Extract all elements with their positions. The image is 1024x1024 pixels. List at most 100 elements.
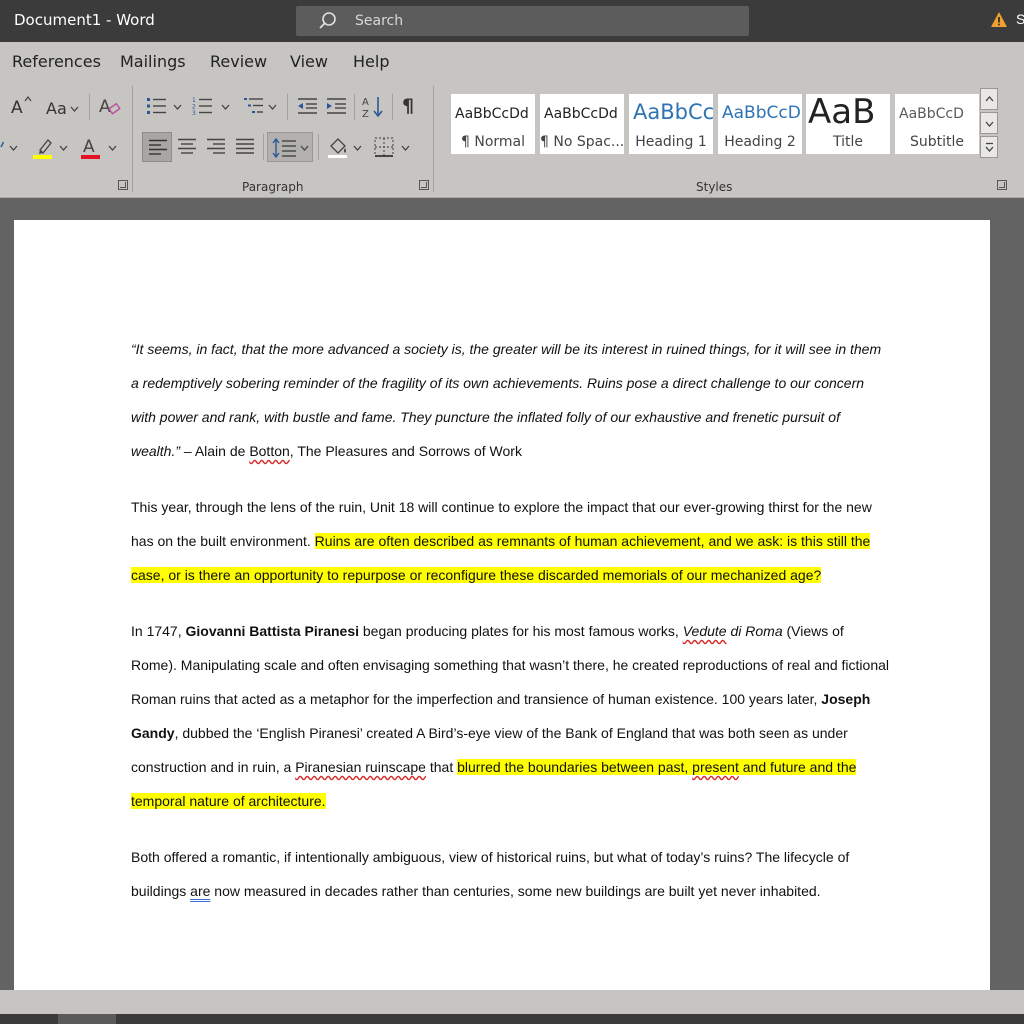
piranesi-paragraph: In 1747, Giovanni Battista Piranesi bega… xyxy=(131,614,891,818)
bullets-icon[interactable] xyxy=(146,96,168,116)
warning-text[interactable]: S xyxy=(1016,11,1024,27)
title-bar: Document1 - Word Search S xyxy=(0,0,1024,42)
sort-icon[interactable]: A Z xyxy=(361,95,385,119)
chevron-down-icon[interactable] xyxy=(59,145,68,151)
tab-mailings[interactable]: Mailings xyxy=(120,52,186,71)
justify-icon[interactable] xyxy=(235,138,255,155)
chevron-down-icon xyxy=(70,106,79,112)
taskbar-strip xyxy=(0,1014,1024,1024)
styles-scroll-up-button[interactable] xyxy=(980,88,998,110)
chevron-down-icon[interactable] xyxy=(221,104,230,110)
warning-icon[interactable] xyxy=(990,11,1008,28)
paragraph-dialog-launcher[interactable] xyxy=(419,180,429,190)
style-no-spacing[interactable]: AaBbCcDd ¶ No Spac... xyxy=(540,94,624,154)
caret-up-icon xyxy=(24,96,32,102)
chevron-down-icon[interactable] xyxy=(268,104,277,110)
paragraph-text: now measured in decades rather than cent… xyxy=(210,883,821,899)
line-spacing-icon xyxy=(272,138,309,158)
style-name: Heading 2 xyxy=(724,134,796,150)
shading-icon[interactable] xyxy=(327,136,349,158)
highlighted-text: blurred the boundaries between past, xyxy=(457,759,693,775)
separator xyxy=(89,94,90,120)
svg-text:A: A xyxy=(83,137,95,157)
quote-attribution: – Alain de xyxy=(180,443,250,459)
style-title[interactable]: AaB Title xyxy=(806,94,890,154)
chevron-down-icon[interactable] xyxy=(108,145,117,151)
decrease-indent-icon[interactable] xyxy=(297,97,319,115)
separator xyxy=(354,94,355,120)
separator xyxy=(263,134,264,160)
align-center-icon[interactable] xyxy=(177,138,197,155)
style-preview: AaBbCc xyxy=(633,100,713,124)
paragraph-text: began producing plates for his most famo… xyxy=(359,623,683,639)
highlighter-icon[interactable] xyxy=(32,137,54,159)
clear-formatting-icon[interactable]: A xyxy=(98,96,122,118)
chevron-down-icon xyxy=(985,121,994,127)
multilevel-list-icon[interactable] xyxy=(243,96,265,116)
align-left-icon xyxy=(149,139,167,155)
borders-icon[interactable] xyxy=(374,137,394,157)
separator xyxy=(433,86,434,192)
style-name: ¶ Normal xyxy=(460,134,525,150)
tab-view[interactable]: View xyxy=(290,52,328,71)
separator xyxy=(132,86,133,192)
style-normal[interactable]: AaBbCcDd ¶ Normal xyxy=(451,94,535,154)
separator xyxy=(287,94,288,120)
chevron-down-icon[interactable] xyxy=(173,104,182,110)
italic-text: di Roma xyxy=(726,623,783,639)
font-dialog-launcher[interactable] xyxy=(118,180,128,190)
search-placeholder: Search xyxy=(355,13,404,29)
paragraph-text: that xyxy=(425,759,458,775)
svg-text:3: 3 xyxy=(192,110,196,116)
style-name: Subtitle xyxy=(909,134,965,150)
search-box[interactable]: Search xyxy=(296,6,749,36)
misspelled-word[interactable]: present xyxy=(692,759,739,775)
line-spacing-button[interactable] xyxy=(267,132,313,162)
style-preview: AaBbCcDd xyxy=(455,106,529,122)
document-body[interactable]: “It seems, in fact, that the more advanc… xyxy=(131,332,891,930)
document-page[interactable]: “It seems, in fact, that the more advanc… xyxy=(14,220,990,990)
intro-paragraph: This year, through the lens of the ruin,… xyxy=(131,490,891,592)
separator xyxy=(392,94,393,120)
style-name: Title xyxy=(832,134,863,150)
ribbon-tabs: References Mailings Review View Help xyxy=(0,42,1024,80)
styles-group-label: Styles xyxy=(696,180,733,194)
style-name: Heading 1 xyxy=(635,134,707,150)
quote-source: , The Pleasures and Sorrows of Work xyxy=(289,443,522,459)
align-left-button[interactable] xyxy=(142,132,172,162)
grow-font-button[interactable]: A xyxy=(11,98,23,118)
change-case-button[interactable]: Aa xyxy=(46,99,67,118)
tab-help[interactable]: Help xyxy=(353,52,389,71)
chevron-down-icon[interactable] xyxy=(401,145,410,151)
style-name: ¶ No Spac... xyxy=(540,134,624,150)
style-preview: AaB xyxy=(808,94,876,132)
styles-scroll-down-button[interactable] xyxy=(980,112,998,134)
tab-review[interactable]: Review xyxy=(210,52,267,71)
misspelled-word[interactable]: Piranesian ruinscape xyxy=(295,759,426,775)
numbering-icon[interactable]: 123 xyxy=(192,96,214,116)
styles-dialog-launcher[interactable] xyxy=(997,180,1007,190)
align-right-icon[interactable] xyxy=(206,138,226,155)
document-title: Document1 - Word xyxy=(14,11,155,29)
style-heading-1[interactable]: AaBbCc Heading 1 xyxy=(629,94,713,154)
grammar-flagged-word[interactable]: are xyxy=(190,883,210,899)
styles-more-button[interactable] xyxy=(980,136,998,158)
font-dropdown-chevron-icon[interactable] xyxy=(0,140,22,158)
increase-indent-icon[interactable] xyxy=(326,97,348,115)
word-window: Document1 - Word Search S References Mai… xyxy=(0,0,1024,1024)
paragraph-text: In 1747, xyxy=(131,623,186,639)
tab-references[interactable]: References xyxy=(12,52,101,71)
taskbar-item[interactable] xyxy=(58,1014,116,1024)
style-heading-2[interactable]: AaBbCcD Heading 2 xyxy=(718,94,802,154)
quote-paragraph: “It seems, in fact, that the more advanc… xyxy=(131,332,891,468)
style-preview: AaBbCcD xyxy=(722,103,801,123)
search-icon xyxy=(319,12,336,29)
style-subtitle[interactable]: AaBbCcD Subtitle xyxy=(895,94,979,154)
font-color-icon[interactable]: A xyxy=(80,136,102,160)
show-formatting-marks-button[interactable]: ¶ xyxy=(402,95,414,117)
misspelled-word[interactable]: Botton xyxy=(249,443,289,459)
quote-text: “It seems, in fact, that the more advanc… xyxy=(131,341,882,459)
ruins-paragraph: Both offered a romantic, if intentionall… xyxy=(131,840,891,908)
chevron-down-icon[interactable] xyxy=(353,145,362,151)
misspelled-word[interactable]: Vedute xyxy=(683,623,727,639)
